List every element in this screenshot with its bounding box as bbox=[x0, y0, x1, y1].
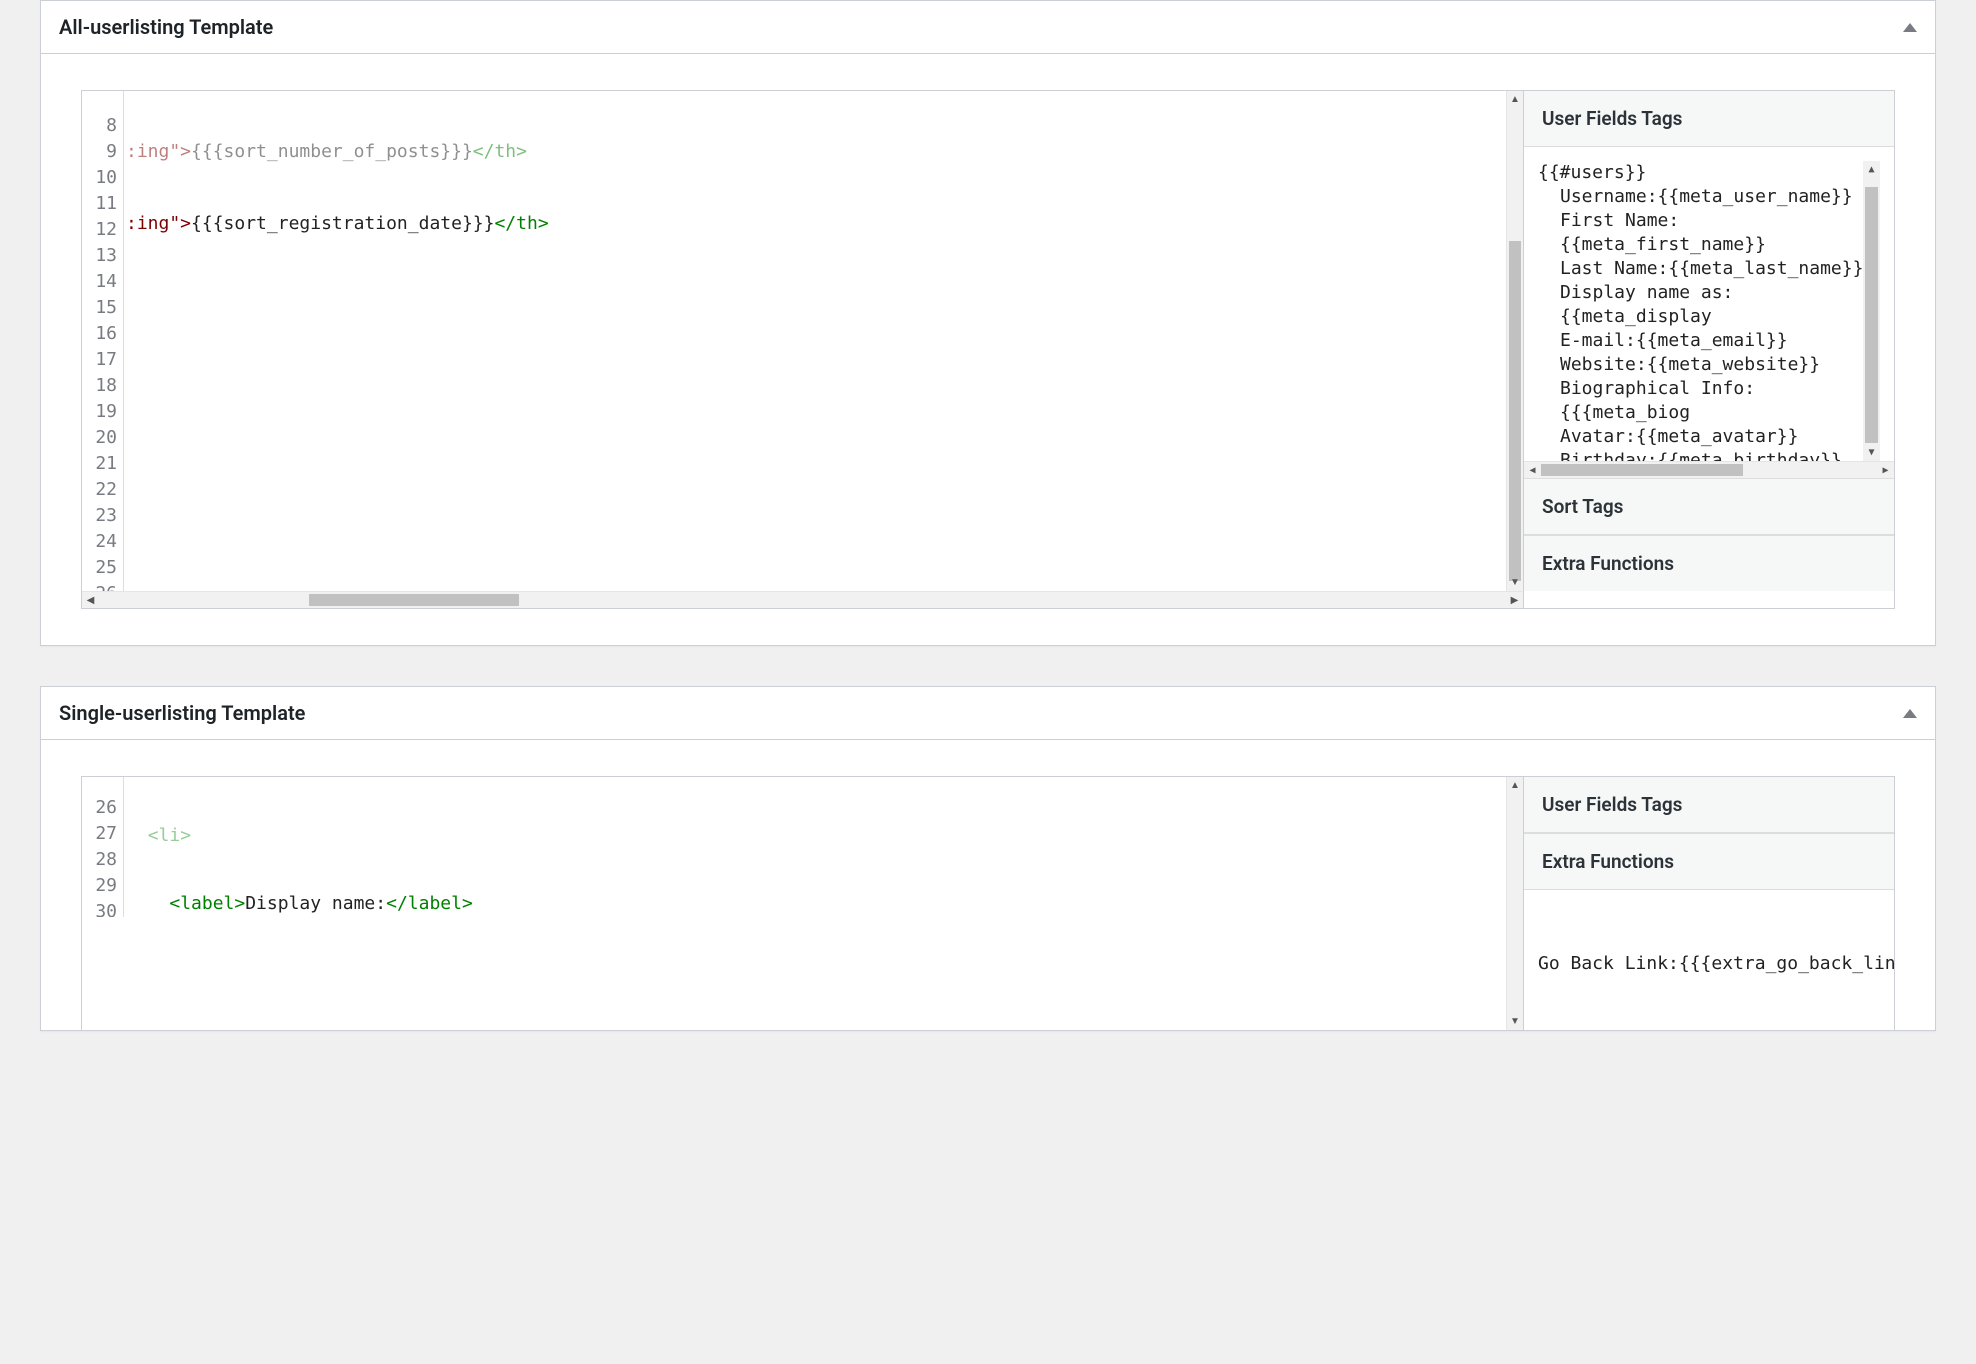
user-fields-tags-body: {{#users}} Username:{{meta_user_name}} F… bbox=[1524, 147, 1894, 478]
scroll-up-icon[interactable]: ▲ bbox=[1863, 161, 1880, 178]
scroll-left-icon[interactable]: ◀ bbox=[82, 592, 99, 608]
scroll-down-icon[interactable]: ▼ bbox=[1863, 444, 1880, 461]
scroll-thumb[interactable] bbox=[309, 594, 519, 606]
tag-line[interactable]: Username:{{meta_user_name}} bbox=[1560, 185, 1880, 209]
tags-sidebar: User Fields Tags {{#users}} Username:{{m… bbox=[1524, 91, 1894, 608]
scroll-right-icon[interactable]: ▶ bbox=[1877, 462, 1894, 478]
code-content[interactable]: <li> <label>Display name:</label> <span>… bbox=[124, 777, 1523, 917]
extra-functions-header[interactable]: Extra Functions bbox=[1524, 833, 1894, 890]
code-content[interactable]: :ing">{{{sort_number_of_posts}}}</th> :i… bbox=[124, 91, 1523, 591]
line-gutter: 8 9 10 11 12 13 14 15 16 17 18 19 bbox=[82, 91, 124, 591]
scroll-right-icon[interactable]: ▶ bbox=[1506, 592, 1523, 608]
scroll-thumb[interactable] bbox=[1865, 187, 1878, 443]
panel-title: Single-userlisting Template bbox=[59, 701, 305, 725]
tag-line[interactable]: Last Name:{{meta_last_name}} bbox=[1560, 257, 1880, 281]
scroll-left-icon[interactable]: ◀ bbox=[1524, 462, 1541, 478]
single-userlisting-metabox: Single-userlisting Template 26 27 28 29 … bbox=[40, 686, 1936, 1031]
editor-vertical-scrollbar[interactable]: ▲ ▼ bbox=[1506, 777, 1523, 1030]
collapse-icon[interactable] bbox=[1903, 709, 1917, 718]
code-editor[interactable]: 8 9 10 11 12 13 14 15 16 17 18 19 bbox=[82, 91, 1524, 608]
sort-tags-header[interactable]: Sort Tags bbox=[1524, 478, 1894, 535]
user-fields-tags-header[interactable]: User Fields Tags bbox=[1524, 777, 1894, 833]
scroll-thumb[interactable] bbox=[1541, 464, 1743, 476]
user-fields-tags-header[interactable]: User Fields Tags bbox=[1524, 91, 1894, 147]
all-userlisting-metabox: All-userlisting Template 8 9 10 11 12 bbox=[40, 0, 1936, 646]
tags-open: {{#users}} bbox=[1538, 161, 1880, 185]
tags-vertical-scrollbar[interactable]: ▲ ▼ bbox=[1863, 161, 1880, 461]
panel-title: All-userlisting Template bbox=[59, 15, 273, 39]
tag-line[interactable]: Display name as:{{meta_display bbox=[1560, 281, 1880, 329]
scroll-thumb[interactable] bbox=[1509, 241, 1521, 581]
extra-functions-header[interactable]: Extra Functions bbox=[1524, 535, 1894, 591]
editor-wrap: 8 9 10 11 12 13 14 15 16 17 18 19 bbox=[81, 90, 1895, 609]
tag-line[interactable]: Biographical Info:{{{meta_biog bbox=[1560, 377, 1880, 425]
tag-line[interactable]: Go Back Link:{{{extra_go_back_link bbox=[1538, 952, 1880, 976]
code-editor[interactable]: 26 27 28 29 30 <li> <label>Display name:… bbox=[82, 777, 1524, 1030]
tag-line[interactable]: E-mail:{{meta_email}} bbox=[1560, 329, 1880, 353]
tag-line[interactable]: Avatar:{{meta_avatar}} bbox=[1560, 425, 1880, 449]
tag-line[interactable]: Birthday:{{meta_birthday}} bbox=[1560, 449, 1880, 461]
tags-sidebar: User Fields Tags Extra Functions Go Back… bbox=[1524, 777, 1894, 1030]
scroll-down-icon[interactable]: ▼ bbox=[1507, 574, 1523, 591]
editor-wrap: 26 27 28 29 30 <li> <label>Display name:… bbox=[81, 776, 1895, 1030]
single-userlisting-header[interactable]: Single-userlisting Template bbox=[41, 687, 1935, 740]
line-gutter: 26 27 28 29 30 bbox=[82, 777, 124, 917]
all-userlisting-body: 8 9 10 11 12 13 14 15 16 17 18 19 bbox=[41, 54, 1935, 645]
editor-horizontal-scrollbar[interactable]: ◀ ▶ bbox=[82, 591, 1523, 608]
single-userlisting-body: 26 27 28 29 30 <li> <label>Display name:… bbox=[41, 740, 1935, 1030]
collapse-icon[interactable] bbox=[1903, 23, 1917, 32]
scroll-up-icon[interactable]: ▲ bbox=[1507, 91, 1523, 108]
scroll-down-icon[interactable]: ▼ bbox=[1507, 1013, 1523, 1030]
tag-line[interactable]: First Name:{{meta_first_name}} bbox=[1560, 209, 1880, 257]
extra-functions-body: Go Back Link:{{{extra_go_back_link bbox=[1524, 890, 1894, 1030]
tag-line[interactable]: Website:{{meta_website}} bbox=[1560, 353, 1880, 377]
all-userlisting-header[interactable]: All-userlisting Template bbox=[41, 1, 1935, 54]
scroll-up-icon[interactable]: ▲ bbox=[1507, 777, 1523, 794]
editor-vertical-scrollbar[interactable]: ▲ ▼ bbox=[1506, 91, 1523, 591]
tags-horizontal-scrollbar[interactable]: ◀ ▶ bbox=[1524, 461, 1894, 478]
